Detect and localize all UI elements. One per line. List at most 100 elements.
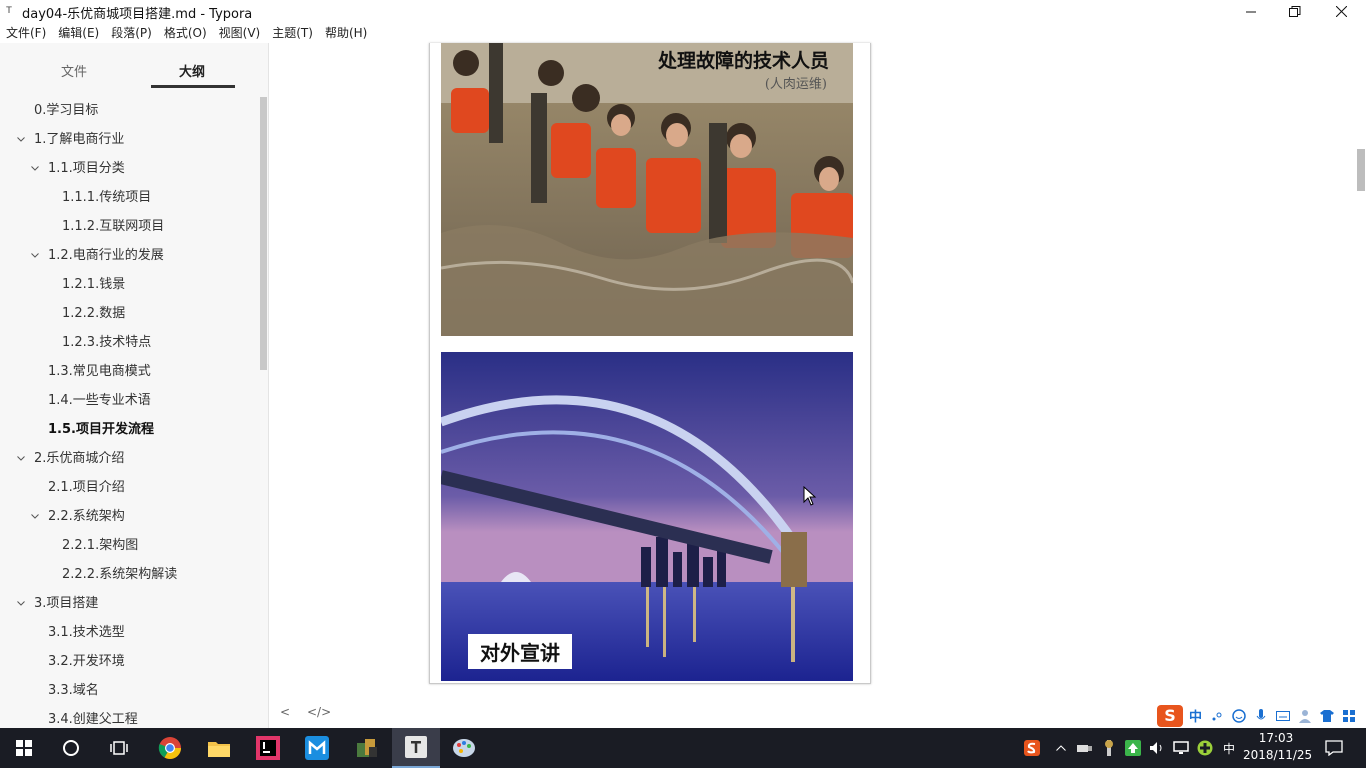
taskbar-chrome[interactable] bbox=[146, 728, 194, 768]
tray-usb[interactable] bbox=[1074, 728, 1096, 768]
menu-edit[interactable]: 编辑(E) bbox=[52, 23, 105, 43]
outline-item[interactable]: 3.项目搭建 bbox=[0, 589, 258, 618]
outline-item[interactable]: 1.2.3.技术特点 bbox=[0, 328, 258, 357]
tab-files[interactable]: 文件 bbox=[61, 61, 87, 80]
sidebar-tabs: 文件 大纲 bbox=[0, 43, 268, 91]
outline-item[interactable]: 1.1.2.互联网项目 bbox=[0, 212, 258, 241]
palette-icon bbox=[453, 739, 475, 757]
notification-icon bbox=[1325, 740, 1343, 756]
network-icon bbox=[1173, 741, 1189, 754]
windows-logo-icon bbox=[16, 740, 32, 756]
tray-network[interactable] bbox=[1170, 728, 1192, 768]
user-icon[interactable] bbox=[1298, 709, 1312, 723]
outline-item[interactable]: 2.2.1.架构图 bbox=[0, 531, 258, 560]
restore-button[interactable] bbox=[1272, 0, 1318, 23]
start-button[interactable] bbox=[0, 728, 48, 768]
wrench-tray-icon bbox=[1105, 740, 1113, 756]
sidebar-scrollbar[interactable] bbox=[260, 97, 267, 370]
restore-icon bbox=[1289, 5, 1301, 17]
tray-volume[interactable] bbox=[1146, 728, 1168, 768]
taskbar-intellij[interactable] bbox=[244, 728, 292, 768]
image-caption-technicians: 处理故障的技术人员 bbox=[657, 50, 829, 72]
minimize-icon bbox=[1246, 11, 1256, 12]
sogou-logo-icon[interactable]: S bbox=[1157, 704, 1183, 727]
source-mode-button[interactable]: </> bbox=[307, 705, 331, 719]
outline-item[interactable]: 3.4.创建父工程 bbox=[0, 705, 258, 728]
image-caption-publicity: 对外宣讲 bbox=[468, 634, 572, 669]
close-button[interactable] bbox=[1318, 0, 1364, 23]
taskbar-paint-app[interactable] bbox=[440, 728, 488, 768]
editor-scrollbar[interactable] bbox=[1357, 149, 1365, 191]
green-arrow-up-icon bbox=[1125, 740, 1141, 756]
minimize-button[interactable] bbox=[1228, 0, 1274, 23]
taskbar-app-tools[interactable] bbox=[343, 728, 391, 768]
tray-green-plus[interactable] bbox=[1194, 728, 1216, 768]
outline-item[interactable]: 1.4.一些专业术语 bbox=[0, 386, 258, 415]
chevron-down-icon[interactable] bbox=[15, 125, 27, 154]
outline-item[interactable]: 1.了解电商行业 bbox=[0, 125, 258, 154]
outline-item[interactable]: 1.3.常见电商模式 bbox=[0, 357, 258, 386]
outline-item[interactable]: 2.1.项目介绍 bbox=[0, 473, 258, 502]
chevron-down-icon[interactable] bbox=[15, 444, 27, 473]
clock-time: 17:03 bbox=[1258, 731, 1294, 745]
microphone-icon[interactable] bbox=[1254, 708, 1268, 723]
outline-item[interactable]: 2.乐优商城介绍 bbox=[0, 444, 258, 473]
chevron-down-icon[interactable] bbox=[15, 589, 27, 618]
outline-item[interactable]: 3.1.技术选型 bbox=[0, 618, 258, 647]
outline-item[interactable]: 1.2.电商行业的发展 bbox=[0, 241, 258, 270]
skin-icon[interactable] bbox=[1320, 709, 1335, 723]
menu-view[interactable]: 视图(V) bbox=[213, 23, 267, 43]
outline-list: 0.学习目标 1.了解电商行业 1.1.项目分类 1.1.1.传统项目 1.1.… bbox=[0, 96, 258, 728]
search-button[interactable] bbox=[47, 728, 95, 768]
folder-icon bbox=[208, 742, 230, 757]
sogou-tray-icon bbox=[1024, 740, 1040, 756]
tray-show-hidden[interactable] bbox=[1050, 728, 1072, 768]
outline-item[interactable]: 0.学习目标 bbox=[0, 96, 258, 125]
taskbar-typora[interactable] bbox=[392, 728, 440, 768]
tab-outline[interactable]: 大纲 bbox=[179, 61, 205, 80]
chevron-down-icon[interactable] bbox=[29, 241, 41, 270]
window-title: day04-乐优商城项目搭建.md - Typora bbox=[22, 7, 253, 22]
chevron-down-icon[interactable] bbox=[29, 502, 41, 531]
chevron-down-icon[interactable] bbox=[29, 154, 41, 183]
outline-item[interactable]: 3.2.开发环境 bbox=[0, 647, 258, 676]
outline-item[interactable]: 1.2.2.数据 bbox=[0, 299, 258, 328]
toggle-sidebar-button[interactable]: < bbox=[280, 705, 290, 719]
outline-item[interactable]: 3.3.域名 bbox=[0, 676, 258, 705]
tray-ime-indicator[interactable]: 中 bbox=[1218, 728, 1240, 768]
outline-item[interactable]: 1.1.1.传统项目 bbox=[0, 183, 258, 212]
outline-item-active[interactable]: 1.5.项目开发流程 bbox=[0, 415, 258, 444]
harbour-bridge-image: 对外宣讲 bbox=[441, 352, 853, 681]
toolbox-icon[interactable] bbox=[1342, 709, 1356, 723]
outline-item[interactable]: 2.2.系统架构 bbox=[0, 502, 258, 531]
emoji-icon[interactable] bbox=[1232, 708, 1246, 723]
sidebar: 文件 大纲 0.学习目标 1.了解电商行业 1.1.项目分类 1.1.1.传统项… bbox=[0, 43, 269, 728]
tray-update[interactable] bbox=[1122, 728, 1144, 768]
tray-sogou[interactable] bbox=[1020, 728, 1044, 768]
menu-help[interactable]: 帮助(H) bbox=[319, 23, 373, 43]
menu-file[interactable]: 文件(F) bbox=[0, 23, 52, 43]
menu-format[interactable]: 格式(O) bbox=[158, 23, 213, 43]
maxthon-browser-icon bbox=[305, 736, 329, 760]
tray-tool[interactable] bbox=[1098, 728, 1120, 768]
taskbar-file-explorer[interactable] bbox=[195, 728, 243, 768]
menu-paragraph[interactable]: 段落(P) bbox=[105, 23, 158, 43]
ime-mode-indicator[interactable]: 中 bbox=[1189, 706, 1202, 725]
taskbar-clock[interactable]: 17:03 2018/11/25 bbox=[1243, 730, 1313, 764]
outline-item[interactable]: 1.1.项目分类 bbox=[0, 154, 258, 183]
menu-bar: 文件(F) 编辑(E) 段落(P) 格式(O) 视图(V) 主题(T) 帮助(H… bbox=[0, 23, 1366, 43]
outline-item[interactable]: 1.2.1.钱景 bbox=[0, 270, 258, 299]
action-center-button[interactable] bbox=[1320, 728, 1348, 768]
title-bar: T day04-乐优商城项目搭建.md - Typora bbox=[0, 0, 1366, 23]
clock-date: 2018/11/25 bbox=[1243, 748, 1313, 762]
active-tab-indicator bbox=[151, 85, 235, 88]
outline-item[interactable]: 2.2.2.系统架构解读 bbox=[0, 560, 258, 589]
menu-theme[interactable]: 主题(T) bbox=[266, 23, 319, 43]
add-circle-icon bbox=[1197, 740, 1213, 756]
taskbar-maxthon[interactable] bbox=[293, 728, 341, 768]
editor-area[interactable]: 处理故障的技术人员 (人肉运维) 对外宣讲 < </> bbox=[269, 43, 1366, 728]
keyboard-icon[interactable] bbox=[1276, 709, 1291, 723]
task-view-button[interactable] bbox=[95, 728, 143, 768]
speaker-icon bbox=[1150, 742, 1162, 754]
punctuation-icon[interactable] bbox=[1210, 709, 1224, 723]
